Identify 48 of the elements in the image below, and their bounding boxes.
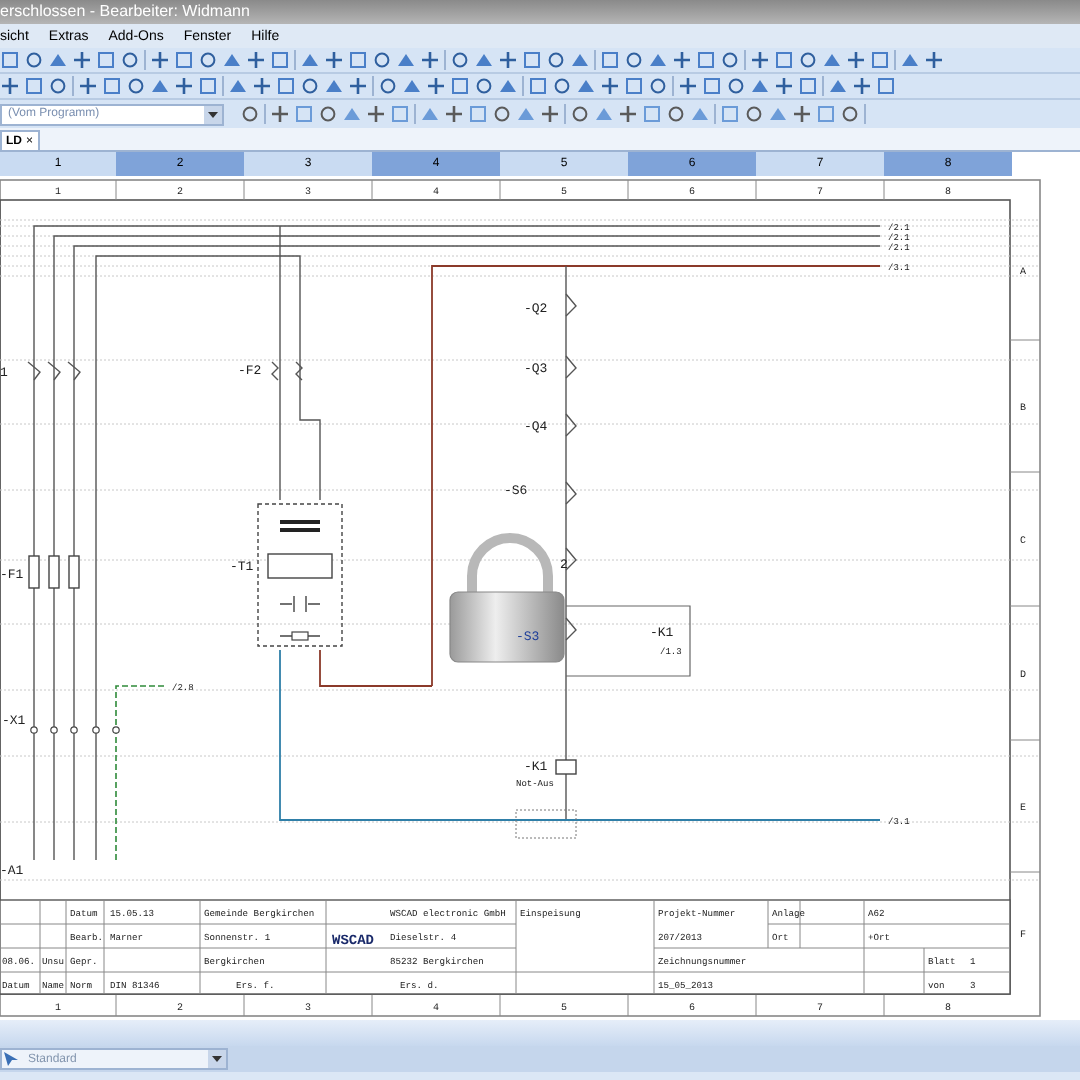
toolbar-icon[interactable] [420, 50, 440, 70]
terminal-symbol [92, 726, 100, 734]
padlock-icon [449, 533, 565, 663]
toolbar-icon[interactable] [846, 50, 866, 70]
contact-symbol [565, 413, 577, 437]
toolbar-icon[interactable] [672, 50, 692, 70]
toolbar-icon[interactable] [246, 50, 266, 70]
toolbar-icon[interactable] [426, 76, 446, 96]
contact-symbol [565, 481, 577, 505]
toolbar-icon[interactable] [540, 104, 560, 124]
terminal-symbol [112, 726, 120, 734]
toolbar-icon[interactable] [252, 76, 272, 96]
toolbar-icon[interactable] [270, 104, 290, 124]
toolbar-icon[interactable] [444, 104, 464, 124]
fuse-symbol [28, 555, 40, 589]
toolbar-icon[interactable] [174, 76, 194, 96]
contact-symbol [565, 617, 577, 641]
toolbar-icon[interactable] [0, 76, 20, 96]
contact-symbol [565, 547, 577, 571]
contact-symbol [565, 293, 577, 317]
toolbar-icon[interactable] [600, 76, 620, 96]
fuse-symbol [48, 555, 60, 589]
toolbar-icon[interactable] [150, 50, 170, 70]
terminal-symbol [30, 726, 38, 734]
toolbar-icon[interactable] [774, 76, 794, 96]
window-title: erschlossen - Bearbeiter: Widmann [0, 4, 250, 20]
toolbar-icon[interactable] [618, 104, 638, 124]
toolbar-icon[interactable] [750, 50, 770, 70]
toolbar-icon[interactable] [678, 76, 698, 96]
terminal-block-drawing [515, 809, 577, 839]
coil-symbol [555, 759, 577, 775]
toolbar-icon[interactable] [852, 76, 872, 96]
transformer-drawing [257, 503, 343, 647]
contact-symbol [565, 355, 577, 379]
toolbar-icon[interactable] [348, 76, 368, 96]
toolbar-icon[interactable] [498, 50, 518, 70]
pointer-icon [2, 1050, 22, 1068]
contact-box [565, 605, 691, 677]
fuse-symbol [68, 555, 80, 589]
dropdown-caret-icon [204, 105, 222, 123]
terminal-symbol [50, 726, 58, 734]
toolbar-icon[interactable] [72, 50, 92, 70]
toolbar-icon[interactable] [78, 76, 98, 96]
toolbar-icon[interactable] [924, 50, 944, 70]
toolbar-icon[interactable] [366, 104, 386, 124]
toolbar-icon[interactable] [324, 50, 344, 70]
toolbar-icon[interactable] [792, 104, 812, 124]
terminal-symbol [70, 726, 78, 734]
